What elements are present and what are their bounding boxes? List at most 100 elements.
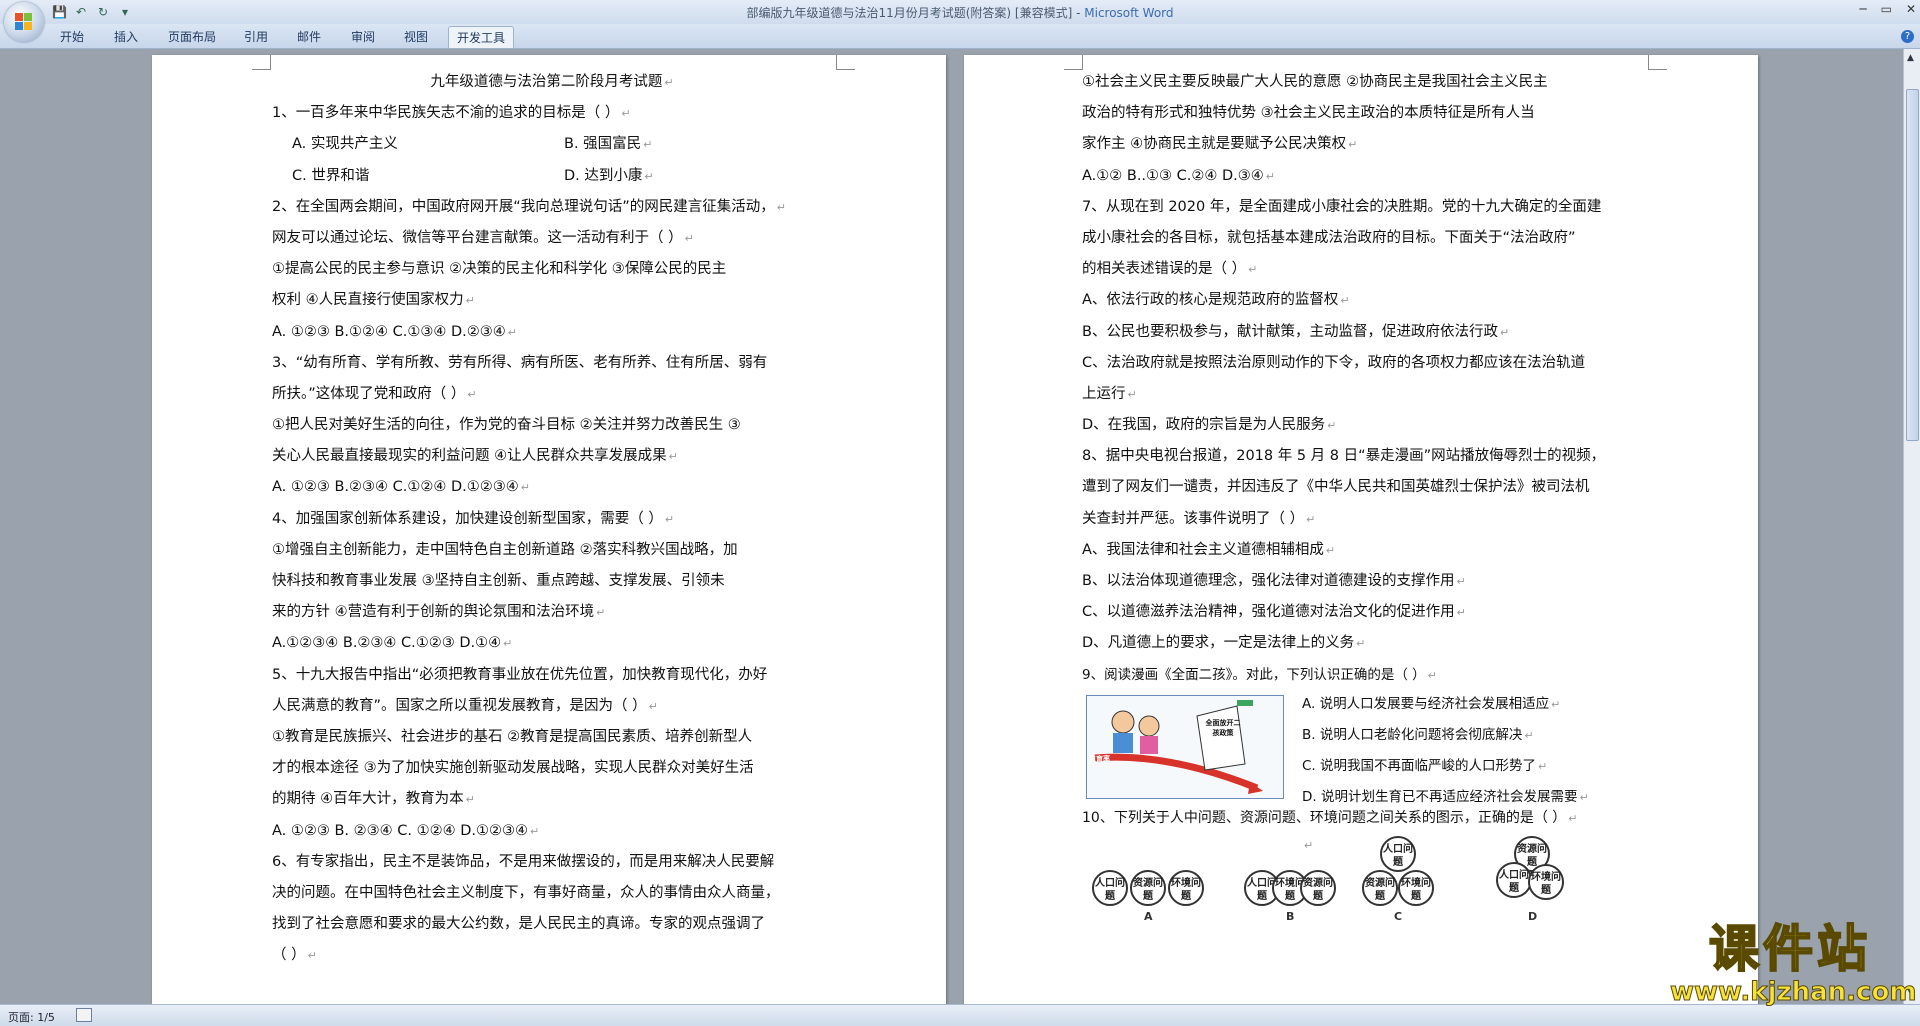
figure-label-d: D [1528,909,1538,923]
page-1: 九年级道德与法治第二阶段月考试题 ↵ 1、一百多年来中华民族矢志不渝的追求的目标是… [152,55,946,1010]
watermark-url: www.kjzhan.com [1670,977,1917,1007]
tab-home[interactable]: 开始 [60,28,84,45]
question-line: 成小康社会的各目标，就包括基本建成法治政府的目标。下面关于“法治政府” [1082,229,1576,246]
tab-review[interactable]: 审阅 [351,28,375,45]
question-line: A. ①②③ B. ②③④ C. ①②④ D.①②③④ [272,822,528,839]
document-area: 九年级道德与法治第二阶段月考试题 ↵ 1、一百多年来中华民族矢志不渝的追求的目标是… [0,49,1904,1010]
question-line: B、以法治体现道德理念，强化法律对道德建设的支撑作用 [1082,573,1455,589]
circle-environment: 环境问题 [1168,869,1204,906]
document-title: 部编版九年级道德与法治11月份月考试题(附答案) [兼容模式] - [746,6,1085,20]
q9-option-d: D. 说明计划生育已不再适应经济社会发展需要 [1302,789,1578,806]
question-line: 快科技和教育事业发展 ③坚持自主创新、重点跨越、支撑发展、引领未 [272,573,725,589]
question-line: 2、在全国两会期间，中国政府网开展“我向总理说句话”的网民建言征集活动， [272,198,775,215]
title-bar: 💾 ↶ ↻ ▾ 部编版九年级道德与法治11月份月考试题(附答案) [兼容模式] … [0,0,1920,42]
tab-insert[interactable]: 插入 [114,28,138,45]
circle-resources: 资源问题 [1362,869,1398,906]
question-line: ①增强自主创新能力，走中国特色自主创新道路 ②落实科教兴国战略，加 [272,541,738,558]
q9-option-b: B. 说明人口老龄化问题将会彻底解决 [1302,726,1523,743]
question-line: 3、“幼有所育、学有所教、劳有所得、病有所医、老有所养、住有所居、弱有 [272,354,768,371]
question-line: A. ①②③ B.①②④ C.①③④ D.②③④ [272,323,506,340]
question-line: 才的根本途径 ③为了加快实施创新驱动发展战略，实现人民群众对美好生活 [272,760,754,777]
page-count[interactable]: 页面: 1/5 [8,1009,55,1025]
ribbon-tabs: 开始 插入 页面布局 引用 邮件 审阅 视图 开发工具 ? [0,24,1920,49]
question-line: 8、据中央电视台报道，2018 年 5 月 8 日“暴走漫画”网站播放侮辱烈士的… [1082,448,1606,465]
question-line: A.①② B..①③ C.②④ D.③④ [1082,167,1264,184]
q1-option-c: C. 世界和谐 [292,167,370,184]
question-line: 找到了社会意愿和要求的最大公约数，是人民民主的真谛。专家的观点强调了 [272,916,765,933]
tab-view[interactable]: 视图 [404,28,428,45]
question-line: （ ） [272,947,306,964]
watermark-logo: 课件站 [1708,919,1871,979]
circle-environment: 环境问题 [1398,869,1434,906]
question-line: 上运行 [1082,385,1126,402]
question-line: 1、一百多年来中华民族矢志不渝的追求的目标是（ ） [272,105,620,122]
circle-population: 人口问题 [1380,835,1416,872]
help-icon[interactable]: ? [1901,30,1914,43]
app-name: Microsoft Word [1084,6,1174,20]
margin-corner-mark [1064,55,1083,70]
question-line: 网友可以通过论坛、微信等平台建言献策。这一活动有利于（ ） [272,229,683,246]
tab-mailings[interactable]: 邮件 [297,28,321,45]
circle-environment: 环境问题 [1528,863,1564,900]
tab-developer[interactable]: 开发工具 [448,26,515,48]
question-line: 7、从现在到 2020 年，是全面建成小康社会的决胜期。党的十九大确定的全面建 [1082,198,1602,215]
q1-option-a: A. 实现共产主义 [292,136,398,153]
figure-label-a: A [1144,909,1153,923]
question-line: 所扶。”这体现了党和政府（ ） [272,385,466,402]
question-line: 家作主 ④协商民主就是要赋予公民决策权 [1082,136,1347,153]
question-line: 6、有专家指出，民主不是装饰品，不是用来做摆设的，而是用来解决人民要解 [272,853,775,870]
scrollbar-thumb[interactable] [1906,89,1919,441]
circle-population: 人口问题 [1496,861,1532,898]
question-line: ①提高公民的民主参与意识 ②决策的民主化和科学化 ③保障公民的民主 [272,261,727,278]
question-line: C、以道德滋养法治精神，强化道德对法治文化的促进作用 [1082,604,1455,621]
q9-figure-row: 全面放开二孩政策 生育率 A. 说明人口发展要与经济社会发展相适应 ↵ B. 说明… [1082,691,1642,805]
page-title: 九年级道德与法治第二阶段月考试题 [430,74,663,90]
site-watermark: 课件站 www.kjzhan.com [1670,919,1917,1007]
circle-resources: 资源问题 [1130,869,1166,906]
question-line: 权利 ④人民直接行使国家权力 [272,292,464,309]
vertical-scrollbar[interactable]: ▲ ▼ [1903,49,1920,1004]
question-line: D、在我国，政府的宗旨是为人民服务 [1082,417,1326,434]
question-line: ①把人民对美好生活的向往，作为党的奋斗目标 ②关注并努力改善民生 ③ [272,417,741,434]
cartoon-label: 生育率 [1089,754,1110,763]
question-line: 关心人民最直接最现实的利益问题 ④让人民群众共享发展成果 [272,448,667,465]
close-icon[interactable]: ✕ [1906,2,1916,16]
q1-option-d: D. 达到小康 [564,167,643,184]
maximize-icon[interactable]: ▭ [1881,2,1892,16]
question-line: B、公民也要积极参与，献计献策，主动监督，促进政府依法行政 [1082,323,1498,340]
status-bar: 页面: 1/5 [0,1004,1920,1026]
margin-corner-mark [836,55,855,70]
figure-label-c: C [1394,909,1403,923]
question-line: 9、阅读漫画《全面二孩》。对此，下列认识正确的是（ ） [1082,666,1426,683]
question-line: A.①②③④ B.②③④ C.①②③ D.①④ [272,635,502,652]
two-child-cartoon: 全面放开二孩政策 生育率 [1086,694,1284,799]
tab-page-layout[interactable]: 页面布局 [168,28,216,45]
question-line: D、凡道德上的要求，一定是法律上的义务 [1082,635,1355,652]
question-line: A、依法行政的核心是规范政府的监督权 [1082,292,1339,309]
window-controls: ─ ▭ ✕ [1859,2,1916,16]
question-line: C、法治政府就是按照法治原则动作的下令，政府的各项权力都应该在法治轨道 [1082,354,1586,371]
question-line: 政治的特有形式和独特优势 ③社会主义民主政治的本质特征是所有人当 [1082,105,1535,122]
question-line: ①教育是民族振兴、社会进步的基石 ②教育是提高国民素质、培养创新型人 [272,728,753,745]
q9-options: A. 说明人口发展要与经济社会发展相适应 ↵ B. 说明人口老龄化问题将会彻底解决… [1302,695,1589,806]
margin-corner-mark [252,55,271,70]
minimize-icon[interactable]: ─ [1859,2,1866,16]
office-button[interactable] [4,2,44,42]
question-line: 的相关表述错误的是（ ） [1082,261,1247,278]
page-2-content[interactable]: ①社会主义民主要反映最广大人民的意愿 ②协商民主是我国社会主义民主 政治的特有形… [1082,67,1642,942]
question-line: 来的方针 ④营造有利于创新的舆论氛围和法治环境 [272,604,595,621]
question-line: 的期待 ④百年大计，教育为本 [272,791,464,808]
proofing-icon[interactable] [76,1008,92,1022]
question-line: 人民满意的教育”。国家之所以重视发展教育，是因为（ ） [272,697,647,714]
page-1-content[interactable]: 九年级道德与法治第二阶段月考试题 ↵ 1、一百多年来中华民族矢志不渝的追求的目标是… [272,67,832,971]
q10-figures: 人口问题 资源问题 环境问题 A 人口问题 环境问题 资源问题 B 人口问题 资… [1082,835,1642,942]
q9-option-a: A. 说明人口发展要与经济社会发展相适应 [1302,695,1550,712]
tab-references[interactable]: 引用 [244,28,268,45]
scroll-up-icon[interactable]: ▲ [1907,53,1914,63]
question-line: 遭到了网友们一谴责，并因违反了《中华人民共和国英雄烈士保护法》被司法机 [1082,479,1590,496]
circle-population: 人口问题 [1092,869,1128,906]
question-line: A、我国法律和社会主义道德相辅相成 [1082,541,1324,558]
window-title: 部编版九年级道德与法治11月份月考试题(附答案) [兼容模式] - Micros… [0,4,1920,21]
margin-corner-mark [1648,55,1667,70]
figure-label-b: B [1286,909,1295,923]
